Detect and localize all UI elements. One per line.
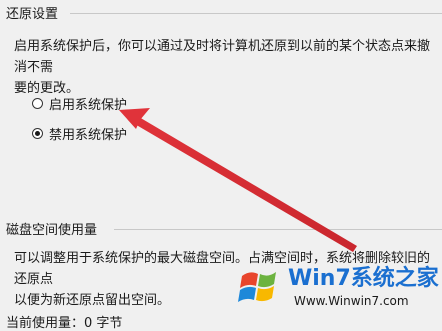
- windows-logo-icon: [238, 272, 276, 302]
- watermark-brand: Win7系统之家: [288, 266, 439, 291]
- watermark-url: Www.Winwin7.com: [294, 294, 409, 308]
- site-watermark: Win7系统之家 Www.Winwin7.com: [236, 256, 439, 318]
- annotation-arrow-shaft: [133, 117, 357, 252]
